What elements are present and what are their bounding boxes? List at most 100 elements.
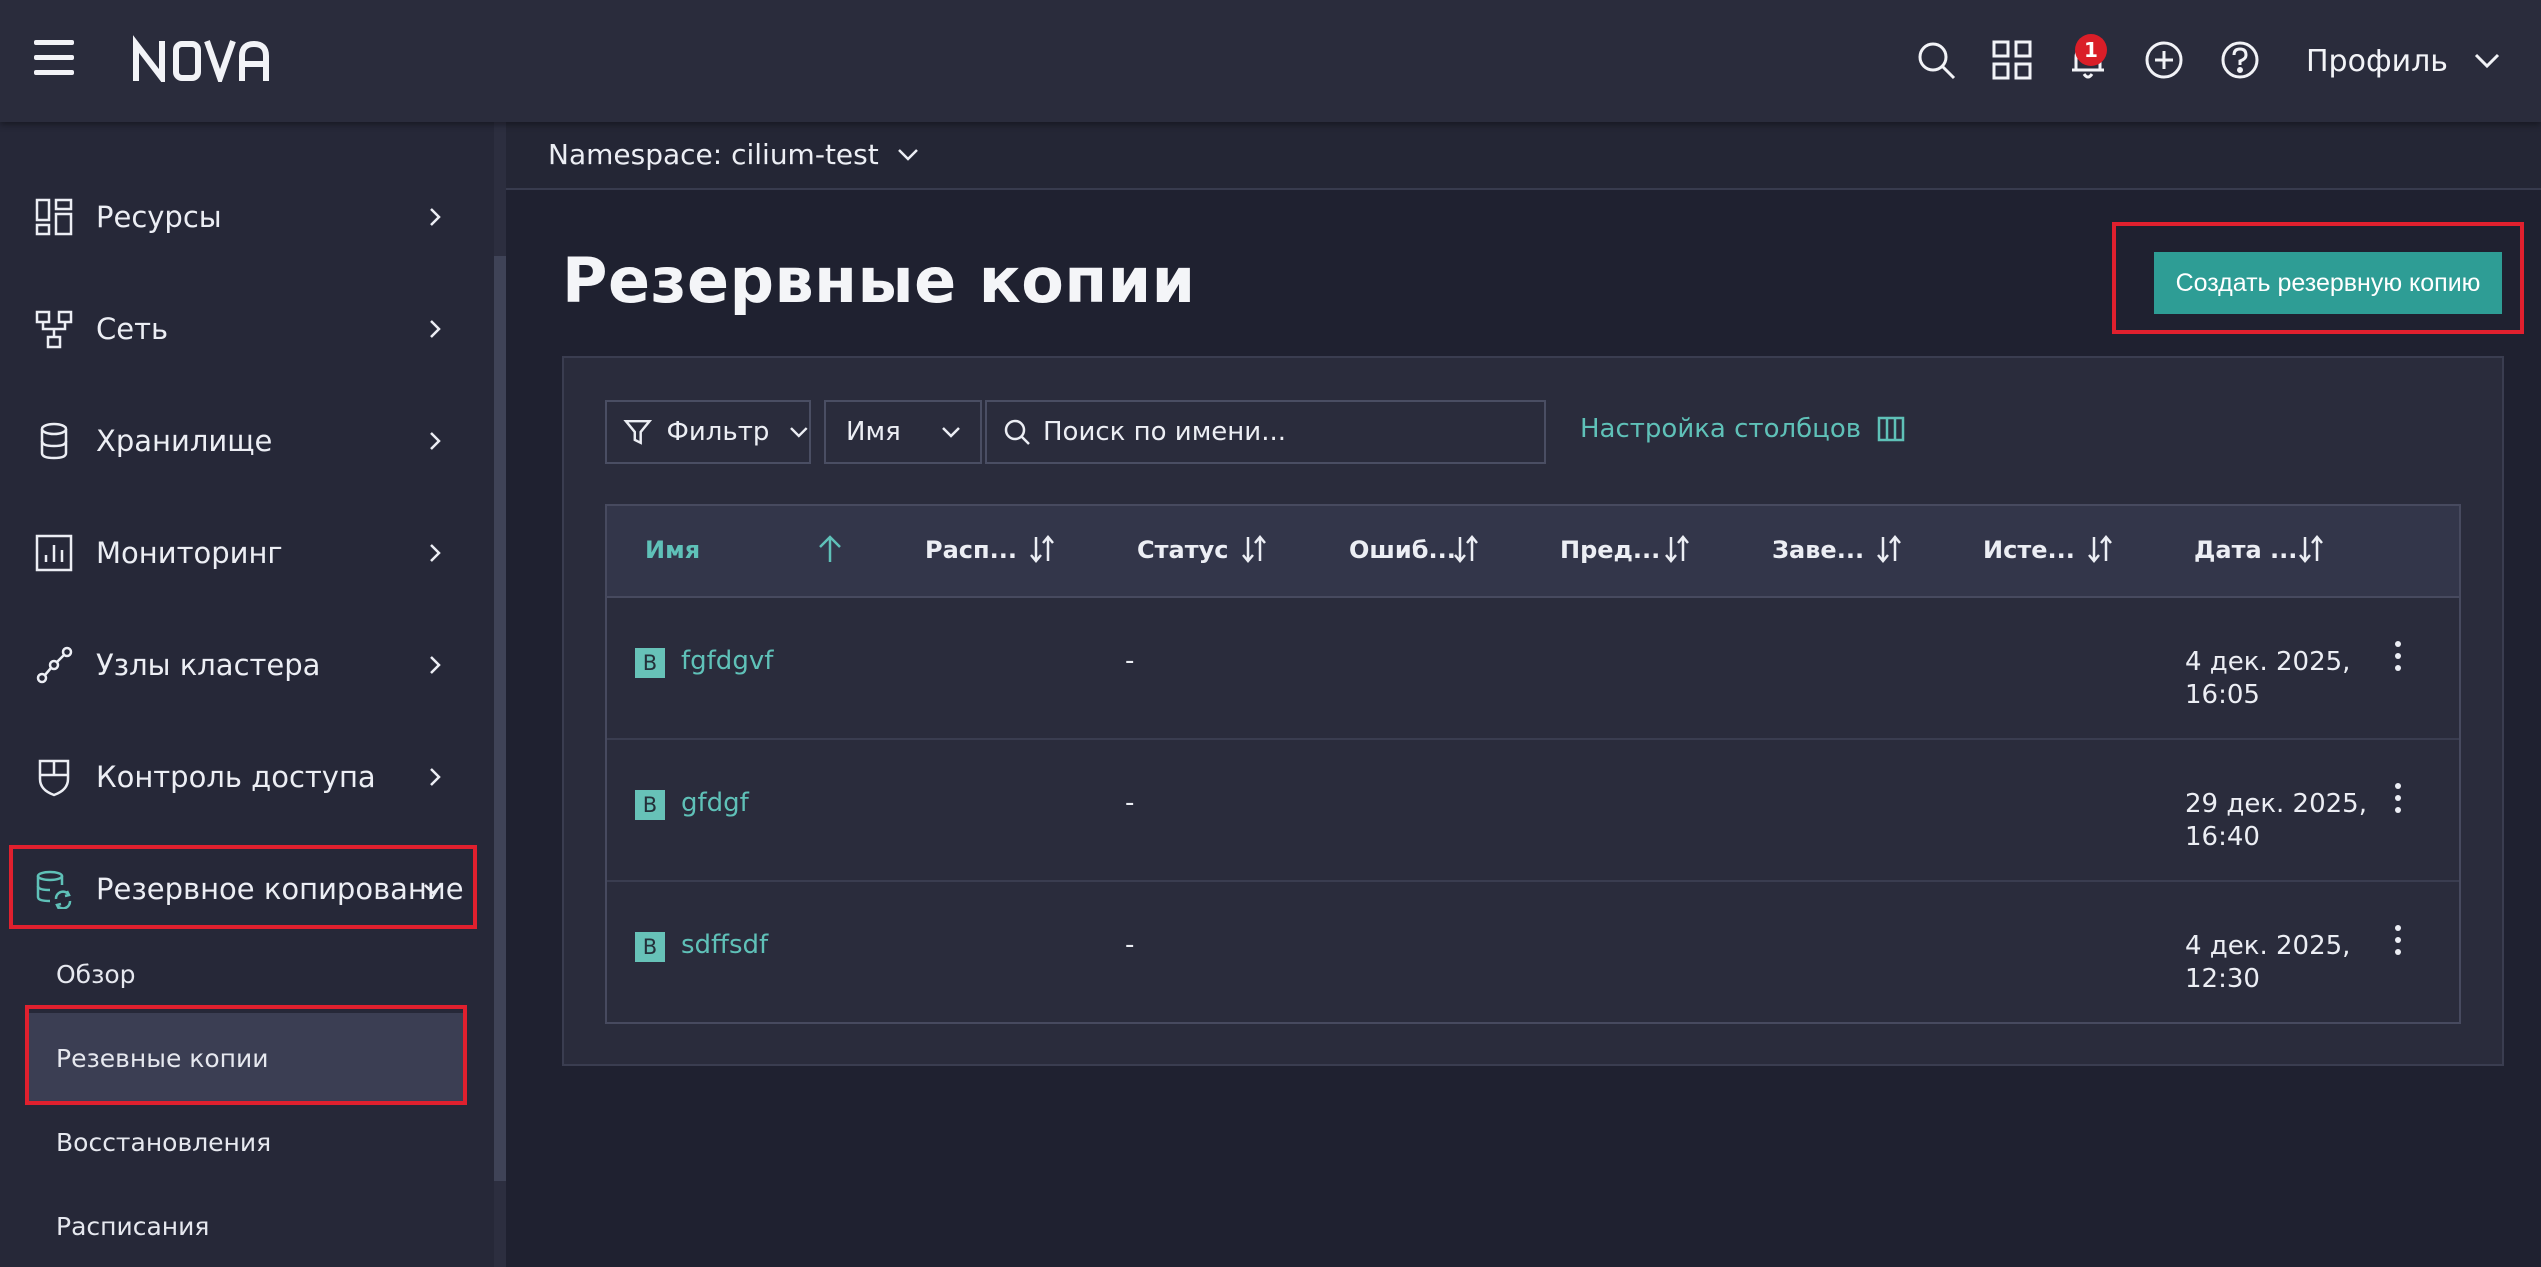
backup-name-link[interactable]: sdffsdf: [681, 930, 768, 960]
app-switcher-icon[interactable]: [1988, 36, 2036, 84]
backup-status: -: [1125, 646, 1135, 676]
search-icon[interactable]: [1912, 36, 1960, 84]
columns-icon: [1877, 416, 1905, 442]
sort-icon: [1242, 535, 1266, 563]
chevron-down-icon: [424, 884, 442, 895]
sidebar-subitem-overview[interactable]: Обзор: [26, 929, 466, 1019]
backup-status: -: [1125, 788, 1135, 818]
table-row: B fgfdgvf - 4 дек. 2025, 16:05: [607, 598, 2459, 740]
sidebar-item-label: Резервное копирование: [96, 872, 464, 906]
overflow-menu-icon[interactable]: [2383, 638, 2413, 678]
overflow-menu-icon[interactable]: [2383, 922, 2413, 962]
chevron-right-icon: [430, 544, 441, 562]
sidebar-subitem-backups[interactable]: Резевные копии: [26, 1013, 466, 1103]
overflow-menu-icon[interactable]: [2383, 780, 2413, 820]
chevron-right-icon: [430, 768, 441, 786]
backup-date: 4 дек. 2025, 16:05: [2185, 647, 2351, 710]
profile-label: Профиль: [2306, 43, 2448, 79]
column-header-expires[interactable]: Исте...: [1983, 535, 2112, 564]
sidebar-item-network[interactable]: Сеть: [0, 279, 490, 379]
backup-name-link[interactable]: fgfdgvf: [681, 646, 773, 676]
namespace-select[interactable]: Namespace: cilium-test: [548, 138, 919, 171]
sidebar-subitem-restores[interactable]: Восстановления: [26, 1097, 466, 1187]
column-header-status[interactable]: Статус: [1137, 535, 1266, 564]
sidebar-subitem-label: Расписания: [56, 1211, 210, 1241]
sidebar-subitem-label: Восстановления: [56, 1127, 272, 1157]
nova-logo: [133, 35, 269, 82]
access-control-icon: [38, 759, 70, 797]
table-header: Имя Расп... Статус Ошиб... Пред... Заве.…: [607, 506, 2459, 598]
chevron-right-icon: [430, 208, 441, 226]
backup-date: 29 дек. 2025, 16:40: [2185, 789, 2367, 852]
resources-icon: [35, 198, 73, 236]
chevron-down-icon: [790, 427, 808, 438]
sidebar-subitem-label: Обзор: [56, 959, 136, 989]
backup-name-link[interactable]: gfdgf: [681, 788, 749, 818]
help-icon[interactable]: [2216, 36, 2264, 84]
sort-icon: [1030, 535, 1054, 563]
sort-icon: [2088, 535, 2112, 563]
search-field-select[interactable]: Имя: [824, 400, 982, 464]
sidebar-item-resources[interactable]: Ресурсы: [0, 167, 490, 267]
column-settings-link[interactable]: Настройка столбцов: [1580, 414, 1905, 444]
sidebar-item-label: Мониторинг: [96, 536, 283, 570]
namespace-label: Namespace: cilium-test: [548, 138, 879, 171]
sidebar-subitem-schedules[interactable]: Расписания: [26, 1181, 466, 1267]
namespace-bar: Namespace: cilium-test: [506, 122, 2541, 190]
sidebar-scrollbar[interactable]: [494, 256, 506, 1181]
backup-type-badge: B: [635, 648, 665, 678]
sidebar-item-label: Узлы кластера: [96, 648, 321, 682]
filter-button[interactable]: Фильтр: [605, 400, 811, 464]
chevron-right-icon: [430, 656, 441, 674]
chevron-down-icon: [2474, 53, 2500, 69]
sidebar-item-storage[interactable]: Хранилище: [0, 391, 490, 491]
search-icon: [1004, 419, 1030, 445]
cluster-nodes-icon: [36, 646, 73, 684]
backups-table: Имя Расп... Статус Ошиб... Пред... Заве.…: [605, 504, 2461, 1024]
sidebar: Ресурсы Сеть Хранилище Мониторинг Узлы к…: [0, 122, 506, 1267]
add-circle-icon[interactable]: [2140, 36, 2188, 84]
hamburger-menu-icon[interactable]: [34, 40, 74, 76]
sort-icon: [1665, 535, 1689, 563]
column-header-warnings[interactable]: Пред...: [1560, 535, 1689, 564]
create-backup-button[interactable]: Создать резервную копию: [2154, 252, 2502, 314]
search-field-label: Имя: [846, 417, 901, 447]
backup-type-badge: B: [635, 932, 665, 962]
filter-icon: [623, 419, 653, 445]
sidebar-item-label: Сеть: [96, 312, 169, 346]
backup-type-badge: B: [635, 790, 665, 820]
column-settings-label: Настройка столбцов: [1580, 414, 1862, 444]
search-input[interactable]: [1043, 417, 1533, 447]
backup-date: 4 дек. 2025, 12:30: [2185, 931, 2351, 994]
top-header: 1 Профиль: [0, 0, 2541, 122]
sort-icon: [1454, 535, 1478, 563]
sidebar-item-label: Хранилище: [96, 424, 273, 458]
sort-icon: [2299, 535, 2323, 563]
monitoring-icon: [35, 534, 73, 572]
chevron-down-icon: [897, 148, 918, 161]
column-header-errors[interactable]: Ошиб...: [1349, 535, 1478, 564]
chevron-down-icon: [941, 427, 960, 438]
sidebar-item-cluster-nodes[interactable]: Узлы кластера: [0, 615, 490, 715]
page-title: Резервные копии: [562, 244, 1196, 317]
sidebar-item-access-control[interactable]: Контроль доступа: [0, 727, 490, 827]
backup-status: -: [1125, 930, 1135, 960]
backup-icon: [36, 870, 72, 909]
chevron-right-icon: [430, 320, 441, 338]
sidebar-item-backup[interactable]: Резервное копирование: [0, 839, 490, 939]
profile-menu[interactable]: Профиль: [2306, 40, 2500, 82]
column-header-completed[interactable]: Заве...: [1772, 535, 1901, 564]
search-box[interactable]: [985, 400, 1546, 464]
column-header-date[interactable]: Дата ...: [2194, 535, 2323, 564]
column-header-distribution[interactable]: Расп...: [925, 535, 1054, 564]
sidebar-item-label: Ресурсы: [96, 200, 222, 234]
network-icon: [35, 310, 73, 349]
filter-label: Фильтр: [666, 417, 770, 447]
sidebar-item-monitoring[interactable]: Мониторинг: [0, 503, 490, 603]
column-header-name[interactable]: Имя: [645, 535, 841, 564]
table-row: B gfdgf - 29 дек. 2025, 16:40: [607, 740, 2459, 882]
chevron-right-icon: [430, 432, 441, 450]
table-row: B sdffsdf - 4 дек. 2025, 12:30: [607, 882, 2459, 1024]
storage-icon: [40, 422, 68, 460]
sidebar-subitem-label: Резевные копии: [56, 1043, 269, 1073]
